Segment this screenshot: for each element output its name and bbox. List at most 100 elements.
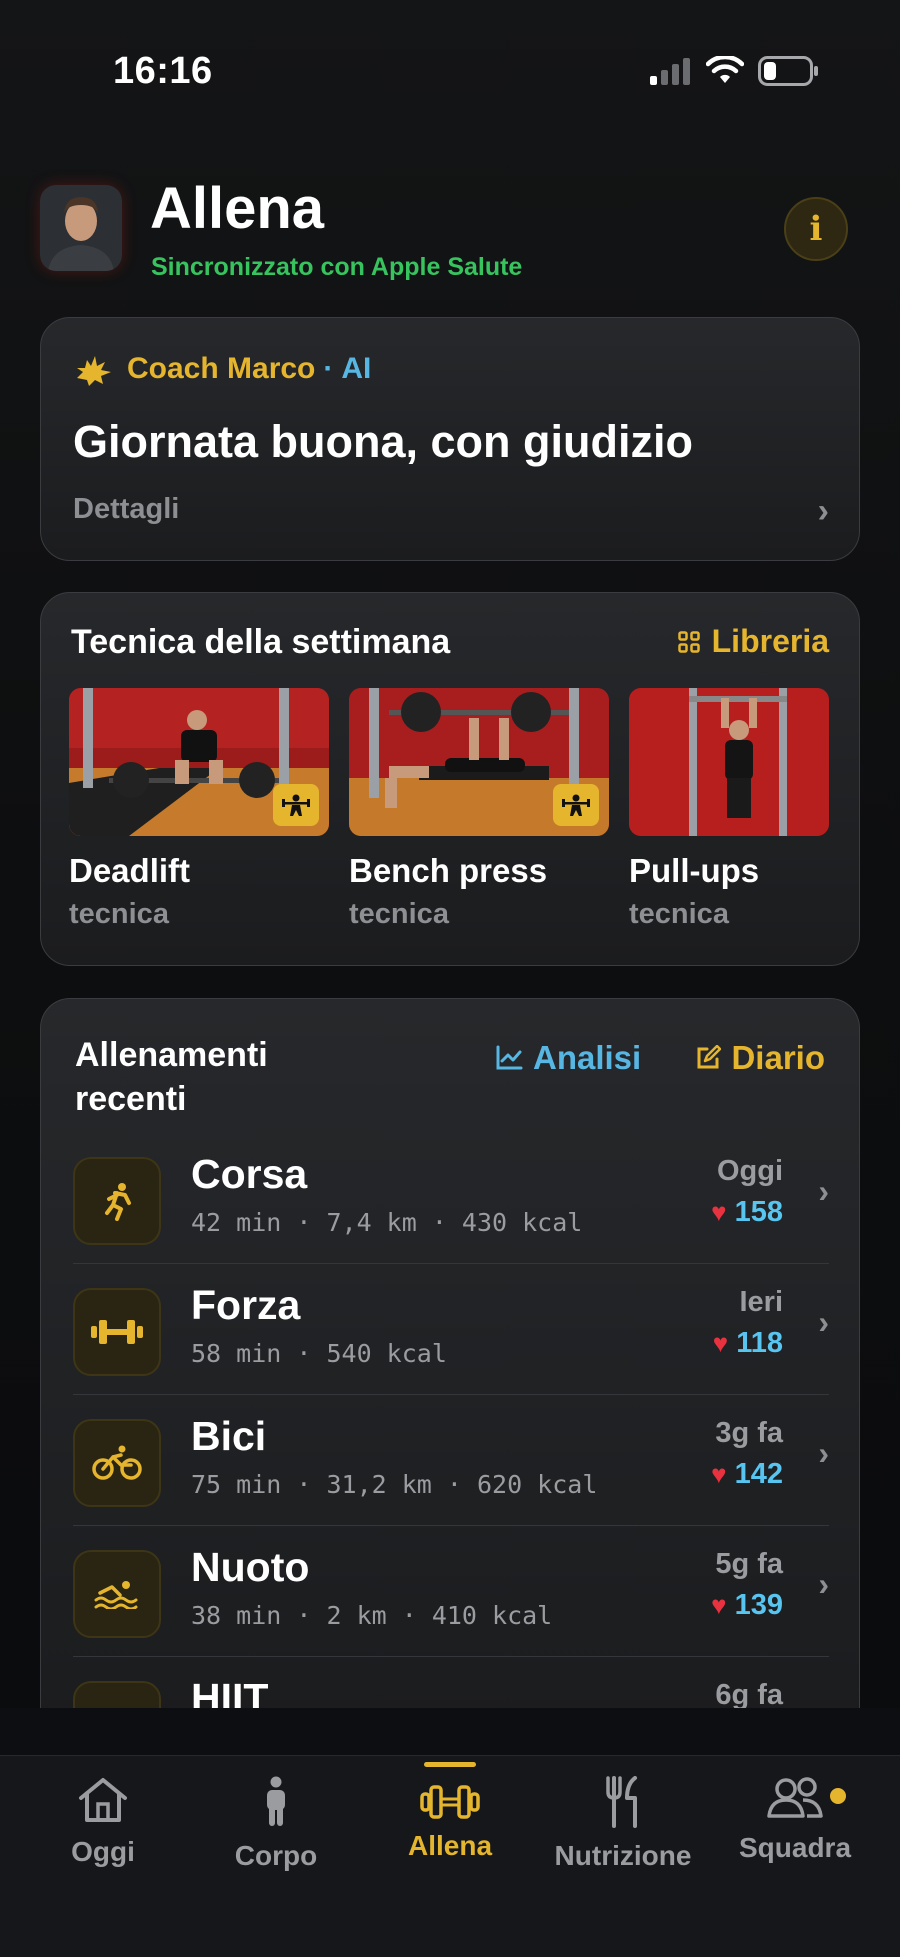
heart-icon: ♥ [711, 1590, 727, 1620]
chevron-right-icon: › [818, 1173, 829, 1209]
diary-link[interactable]: Diario [695, 1039, 825, 1077]
recent-workouts-card: Allenamenti recenti Analisi Diario Corsa… [40, 998, 860, 1738]
workout-heart-rate: ♥ 158 [711, 1196, 783, 1229]
coach-ai-tag: AI [341, 352, 372, 385]
tab-oggi[interactable]: Oggi [18, 1776, 188, 1896]
workout-row[interactable]: Nuoto 38 min · 2 km · 410 kcal 5g fa ♥ 1… [73, 1526, 829, 1657]
scroll-fade [0, 1708, 900, 1758]
body-icon [267, 1776, 285, 1826]
workout-row[interactable]: Bici 75 min · 31,2 km · 620 kcal 3g fa ♥… [73, 1395, 829, 1526]
coach-card[interactable]: Coach Marco · AI Giornata buona, con giu… [40, 317, 860, 561]
chevron-right-icon: › [818, 1304, 829, 1340]
fork-knife-icon [606, 1776, 637, 1828]
info-icon: i [809, 209, 823, 249]
tab-nutrizione[interactable]: Nutrizione [538, 1776, 708, 1896]
edit-icon [697, 1045, 722, 1069]
technique-item-bench-press[interactable]: Bench press tecnica [349, 688, 609, 931]
tab-corpo[interactable]: Corpo [191, 1776, 361, 1896]
analysis-label: Analisi [533, 1039, 642, 1076]
workout-meta: 75 min · 31,2 km · 620 kcal [191, 1470, 598, 1499]
deadlift-thumbnail [69, 688, 329, 836]
dumbbell-icon [73, 1288, 161, 1376]
workout-heart-rate: ♥ 118 [713, 1327, 783, 1360]
coach-name: Coach Marco [127, 352, 316, 385]
technique-name: Pull-ups [629, 852, 760, 889]
workout-meta: 42 min · 7,4 km · 430 kcal [191, 1208, 583, 1237]
workout-when: Oggi [716, 1155, 783, 1187]
tab-label: Nutrizione [554, 1840, 692, 1871]
workout-title: Forza [191, 1282, 301, 1328]
page-title: Allena [150, 176, 325, 241]
workout-meta: 38 min · 2 km · 410 kcal [191, 1601, 553, 1630]
tab-label: Corpo [234, 1840, 318, 1871]
workout-title: Bici [191, 1413, 267, 1459]
page-header: Allena Sincronizzato con Apple Salute i [40, 176, 860, 285]
heart-rate-value: 139 [734, 1589, 783, 1621]
workout-meta: 58 min · 540 kcal [191, 1339, 447, 1368]
team-icon [767, 1777, 823, 1818]
workout-row[interactable]: Forza 58 min · 540 kcal Ieri ♥ 118 › [73, 1264, 829, 1395]
heart-icon: ♥ [711, 1459, 727, 1489]
heart-rate-value: 118 [736, 1327, 783, 1359]
analysis-link[interactable]: Analisi [495, 1039, 641, 1077]
recent-title: Allenamenti recenti [75, 1036, 268, 1118]
wifi-icon [706, 56, 744, 83]
home-icon [79, 1778, 127, 1822]
technique-badge [273, 784, 319, 826]
tab-squadra[interactable]: Squadra [710, 1776, 880, 1896]
workout-row[interactable]: Corsa 42 min · 7,4 km · 430 kcal Oggi ♥ … [73, 1133, 829, 1264]
coach-separator: · [323, 352, 334, 385]
technique-title: Tecnica della settimana [71, 623, 451, 661]
coach-message: Giornata buona, con giudizio [73, 416, 693, 467]
lion-icon [77, 356, 111, 386]
tab-label: Squadra [738, 1832, 852, 1863]
battery-icon [758, 56, 818, 86]
chevron-right-icon: › [817, 492, 829, 530]
tab-allena[interactable]: Allena [365, 1776, 535, 1896]
running-icon [73, 1157, 161, 1245]
tab-label: Oggi [71, 1836, 135, 1867]
technique-sub: tecnica [349, 898, 449, 930]
library-link[interactable]: Libreria [677, 623, 829, 660]
diary-label: Diario [731, 1039, 825, 1076]
workout-title: Corsa [191, 1151, 308, 1197]
technique-item-deadlift[interactable]: Deadlift tecnica [69, 688, 329, 931]
technique-item-pull-ups[interactable]: Pull-ups tecnica [629, 688, 859, 931]
tab-bar: Oggi Corpo Allena Nutrizione Squadra [0, 1755, 900, 1957]
technique-carousel[interactable]: Deadlift tecnica Bench press tecnica Pul… [69, 688, 859, 948]
info-button[interactable]: i [784, 197, 848, 261]
dumbbell-icon [420, 1785, 480, 1819]
library-label: Libreria [711, 623, 829, 659]
technique-sub: tecnica [69, 898, 169, 930]
tab-label: Allena [407, 1830, 493, 1861]
status-time: 16:16 [113, 50, 213, 92]
coach-details-link[interactable]: Dettagli [73, 493, 179, 526]
heart-rate-value: 142 [734, 1458, 783, 1490]
heart-icon: ♥ [711, 1197, 727, 1227]
technique-badge [553, 784, 599, 826]
heart-rate-value: 158 [734, 1196, 783, 1228]
technique-card: Tecnica della settimana Libreria Deadlif… [40, 592, 860, 966]
active-tab-indicator [424, 1762, 476, 1767]
workout-when: 3g fa [715, 1417, 783, 1449]
technique-sub: tecnica [629, 898, 729, 930]
pull-ups-thumbnail [629, 688, 829, 836]
status-icons [648, 56, 820, 86]
heart-icon: ♥ [712, 1328, 729, 1358]
swim-icon [73, 1550, 161, 1638]
notification-dot [830, 1788, 846, 1804]
chart-icon [496, 1045, 523, 1070]
technique-name: Deadlift [69, 852, 191, 889]
weightlifter-icon [282, 794, 310, 816]
bench-press-thumbnail [349, 688, 609, 836]
grid-icon [677, 630, 700, 653]
avatar[interactable] [40, 185, 122, 271]
workout-heart-rate: ♥ 139 [711, 1589, 783, 1622]
bike-icon [73, 1419, 161, 1507]
chevron-right-icon: › [818, 1566, 829, 1602]
workout-when: Ieri [739, 1286, 783, 1318]
workout-title: Nuoto [191, 1544, 310, 1590]
status-bar: 16:16 [0, 0, 900, 150]
coach-header: Coach Marco · AI [73, 352, 371, 386]
workout-when: 5g fa [715, 1548, 783, 1580]
